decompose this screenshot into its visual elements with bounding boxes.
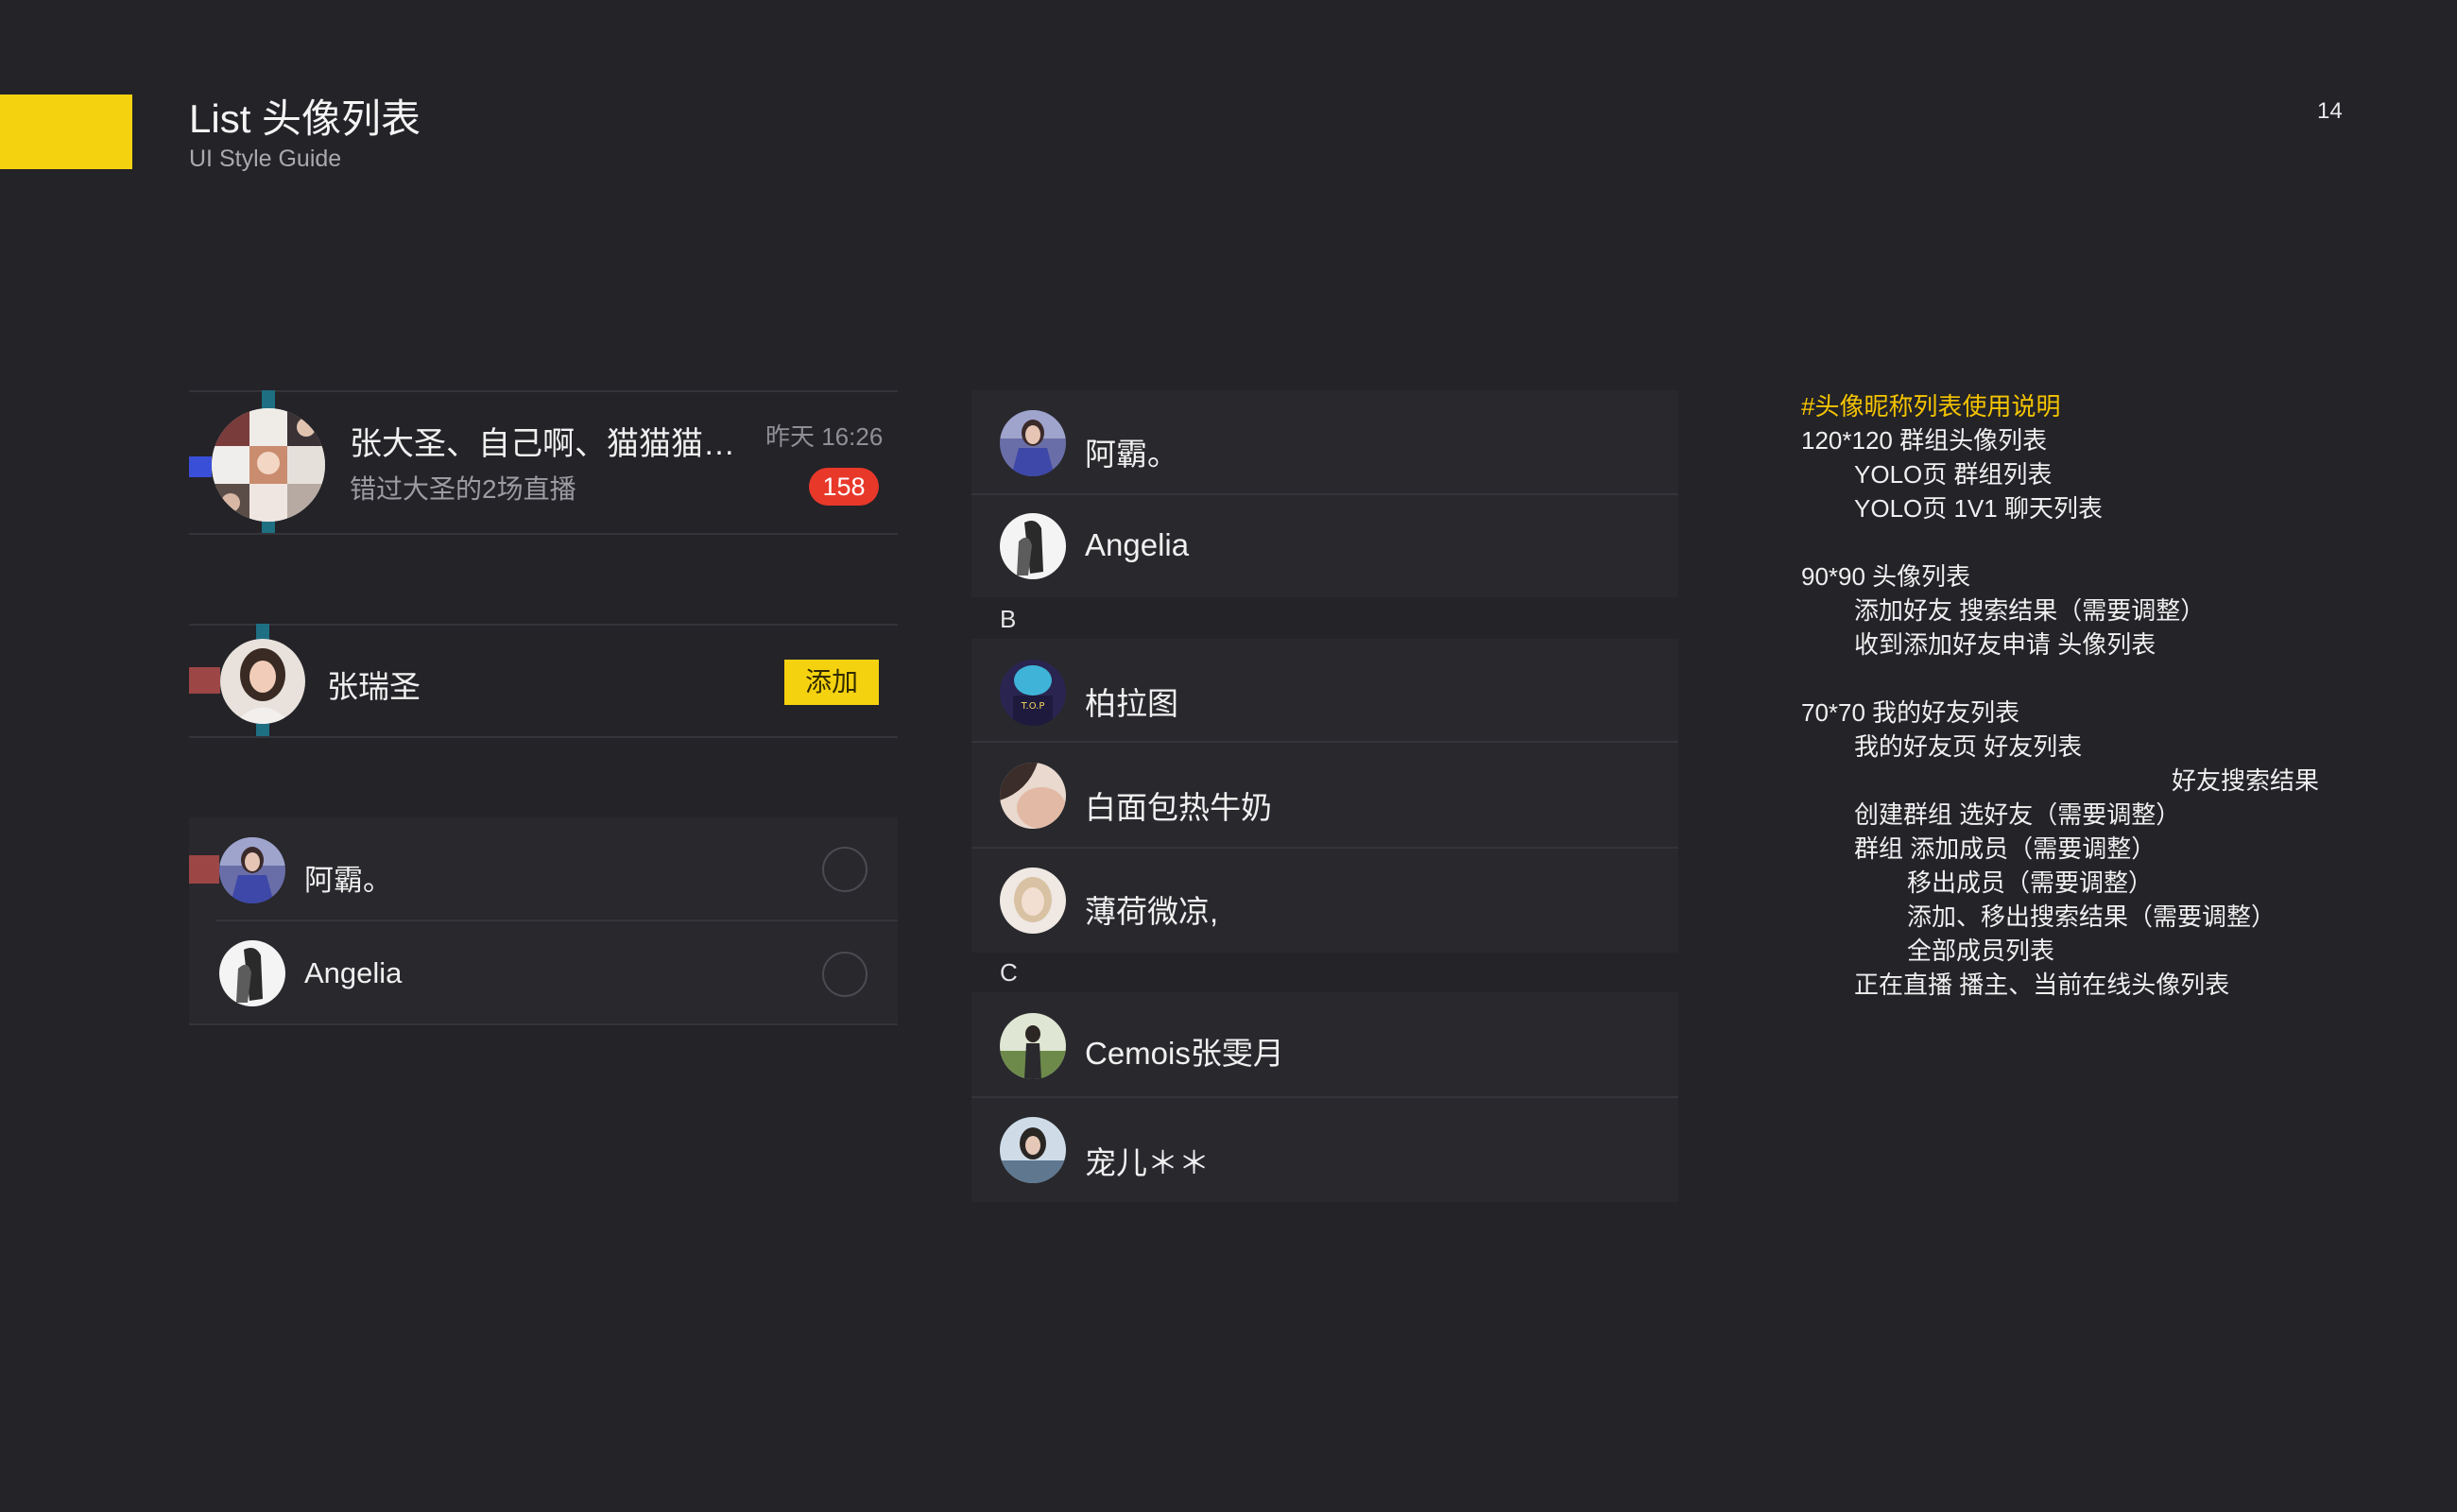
notes-line: YOLO页 群组列表 xyxy=(1854,460,2053,489)
page-number: 14 xyxy=(2317,98,2343,124)
notes-line: 全部成员列表 xyxy=(1907,936,2055,965)
svg-text:T.O.P: T.O.P xyxy=(1021,701,1045,712)
user-name: 柏拉图 xyxy=(1085,686,1178,721)
notes-line: 收到添加好友申请 头像列表 xyxy=(1854,630,2156,659)
notes-line: 群组 添加成员（需要调整） xyxy=(1854,834,2156,863)
list-background xyxy=(971,639,1678,953)
accent-bar xyxy=(0,94,132,169)
select-radio[interactable] xyxy=(822,847,868,892)
page-title: List 头像列表 xyxy=(189,96,421,141)
user-name: Angelia xyxy=(304,956,403,989)
divider xyxy=(971,493,1678,495)
group-avatar xyxy=(212,408,325,522)
unread-badge: 158 xyxy=(809,468,879,506)
user-avatar xyxy=(219,940,285,1006)
divider xyxy=(189,736,898,738)
user-avatar xyxy=(1000,763,1066,829)
notes-line: 添加好友 搜索结果（需要调整） xyxy=(1854,596,2206,625)
user-name: 阿霸。 xyxy=(1085,437,1178,472)
notes-line: 移出成员（需要调整） xyxy=(1907,868,2154,897)
spacing-marker xyxy=(189,855,219,884)
user-avatar xyxy=(219,837,285,903)
divider xyxy=(971,847,1678,849)
notes-line: 添加、移出搜索结果（需要调整） xyxy=(1907,902,2277,931)
message-time: 昨天 16:26 xyxy=(765,422,884,451)
notes-line xyxy=(1801,525,2319,559)
divider xyxy=(215,919,898,921)
user-name: 张瑞圣 xyxy=(327,669,421,704)
user-name: 阿霸。 xyxy=(304,864,392,897)
notes-line: 正在直播 播主、当前在线头像列表 xyxy=(1854,971,2230,999)
user-name: Angelia xyxy=(1085,527,1190,562)
section-header: B xyxy=(1000,605,1017,633)
add-button[interactable]: 添加 xyxy=(784,660,879,705)
divider xyxy=(971,741,1678,743)
user-avatar xyxy=(1000,1013,1066,1079)
divider xyxy=(971,1096,1678,1098)
notes-heading: #头像昵称列表使用说明 xyxy=(1801,392,2061,421)
user-name: 薄荷微凉, xyxy=(1085,894,1219,929)
notes-line: 120*120 群组头像列表 xyxy=(1801,426,2048,455)
section-header: C xyxy=(1000,958,1018,987)
divider xyxy=(189,533,898,535)
notes-line xyxy=(1801,662,2319,696)
divider xyxy=(189,1023,898,1025)
divider xyxy=(189,390,898,392)
divider xyxy=(189,624,898,626)
user-avatar: T.O.P xyxy=(1000,660,1066,726)
select-radio[interactable] xyxy=(822,952,868,997)
user-avatar xyxy=(1000,410,1066,476)
usage-notes: #头像昵称列表使用说明 120*120 群组头像列表 YOLO页 群组列表 YOLO… xyxy=(1801,389,2319,1002)
spacing-marker xyxy=(189,456,212,477)
notes-line: 90*90 头像列表 xyxy=(1801,562,1971,591)
page-subtitle: UI Style Guide xyxy=(189,146,342,172)
user-name: 宠儿＊＊ xyxy=(1085,1145,1210,1180)
notes-line: 创建群组 选好友（需要调整） xyxy=(1854,800,2181,829)
notes-line: 我的好友页 好友列表 xyxy=(1854,732,2083,761)
user-name: Cemois张雯月 xyxy=(1085,1036,1284,1071)
notes-line: 70*70 我的好友列表 xyxy=(1801,698,2020,727)
last-message: 错过大圣的2场直播 xyxy=(350,474,576,504)
spacing-marker xyxy=(189,667,220,694)
notes-line: 好友搜索结果 xyxy=(2172,766,2320,795)
user-avatar xyxy=(1000,1117,1066,1183)
list-background xyxy=(189,817,898,1025)
notes-line: YOLO页 1V1 聊天列表 xyxy=(1854,494,2103,523)
group-name: 张大圣、自己啊、猫猫猫… xyxy=(350,426,735,462)
user-avatar xyxy=(1000,513,1066,579)
user-name: 白面包热牛奶 xyxy=(1085,790,1272,825)
user-avatar xyxy=(1000,868,1066,934)
user-avatar xyxy=(220,639,305,724)
